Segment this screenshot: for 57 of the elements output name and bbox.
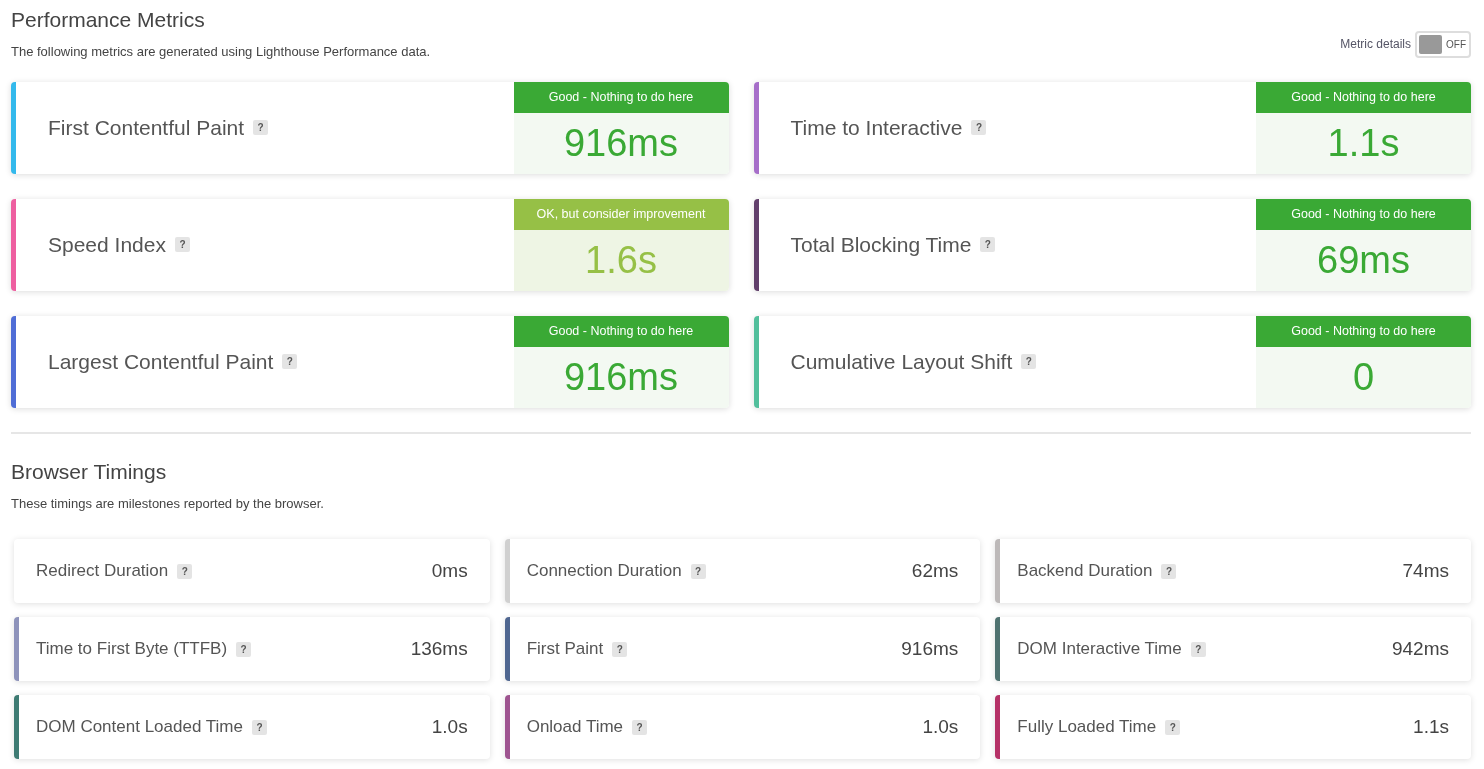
help-icon[interactable]: ? bbox=[251, 719, 267, 735]
help-icon[interactable]: ? bbox=[1161, 563, 1177, 579]
timing-label: DOM Interactive Time bbox=[1017, 638, 1182, 661]
metric-value: 1.1s bbox=[1256, 112, 1471, 174]
metric-value: 916ms bbox=[513, 346, 729, 408]
timing-value: 1.1s bbox=[1413, 714, 1449, 739]
metric-details-toggle[interactable]: OFF bbox=[1415, 30, 1471, 58]
grade-banner: Good - Nothing to do here bbox=[1256, 198, 1471, 230]
timing-value: 62ms bbox=[911, 558, 959, 583]
help-icon[interactable]: ? bbox=[177, 563, 193, 579]
section-title: Performance Metrics bbox=[11, 7, 206, 33]
metric-label: Largest Contentful Paint bbox=[48, 348, 274, 375]
metric-label: Speed Index bbox=[48, 231, 166, 258]
metric-label: Total Blocking Time bbox=[790, 231, 972, 258]
help-icon[interactable]: ? bbox=[612, 641, 628, 657]
metric-label: Time to Interactive bbox=[790, 114, 963, 141]
metric-label: First Contentful Paint bbox=[48, 114, 245, 141]
metric-value: 69ms bbox=[1256, 229, 1471, 291]
help-icon[interactable]: ? bbox=[632, 719, 648, 735]
help-icon[interactable]: ? bbox=[282, 354, 298, 369]
help-icon[interactable]: ? bbox=[174, 237, 190, 252]
help-icon[interactable]: ? bbox=[1165, 719, 1181, 735]
timing-label: Time to First Byte (TTFB) bbox=[36, 638, 228, 661]
metric-label: Cumulative Layout Shift bbox=[790, 348, 1013, 375]
metric-value: 0 bbox=[1256, 346, 1471, 408]
timing-value: 136ms bbox=[410, 636, 468, 661]
toggle-label: Metric details bbox=[1340, 36, 1411, 53]
help-icon[interactable]: ? bbox=[980, 237, 996, 252]
grade-banner: Good - Nothing to do here bbox=[1256, 315, 1471, 347]
timing-label: Backend Duration bbox=[1017, 560, 1153, 583]
timing-value: 1.0s bbox=[431, 714, 468, 739]
timing-value: 942ms bbox=[1391, 636, 1449, 661]
timing-value: 916ms bbox=[901, 636, 959, 661]
grade-banner: OK, but consider improvement bbox=[513, 198, 729, 230]
timing-value: 74ms bbox=[1402, 558, 1449, 583]
timing-value: 1.0s bbox=[922, 714, 959, 739]
grade-banner: Good - Nothing to do here bbox=[1256, 81, 1471, 113]
timing-label: Connection Duration bbox=[526, 560, 682, 583]
section-description: The following metrics are generated using Lighthouse Performance data. bbox=[11, 43, 431, 61]
metric-value: 916ms bbox=[513, 112, 729, 174]
timing-label: Redirect Duration bbox=[36, 560, 169, 583]
metric-value: 1.6s bbox=[513, 229, 729, 291]
help-icon[interactable]: ? bbox=[1190, 641, 1206, 657]
timing-label: DOM Content Loaded Time bbox=[36, 716, 243, 739]
timing-label: First Paint bbox=[526, 638, 604, 661]
help-icon[interactable]: ? bbox=[1021, 354, 1037, 369]
help-icon[interactable]: ? bbox=[253, 120, 269, 135]
help-icon[interactable]: ? bbox=[690, 563, 706, 579]
help-icon[interactable]: ? bbox=[971, 120, 987, 135]
section-title: Browser Timings bbox=[11, 458, 168, 485]
help-icon[interactable]: ? bbox=[236, 641, 252, 657]
timing-label: Onload Time bbox=[526, 716, 624, 739]
timing-value: 0ms bbox=[431, 558, 468, 583]
timing-label: Fully Loaded Time bbox=[1017, 716, 1157, 739]
grade-banner: Good - Nothing to do here bbox=[513, 81, 729, 113]
section-description: These timings are milestones reported by the browser. bbox=[11, 494, 325, 513]
grade-banner: Good - Nothing to do here bbox=[513, 315, 729, 347]
